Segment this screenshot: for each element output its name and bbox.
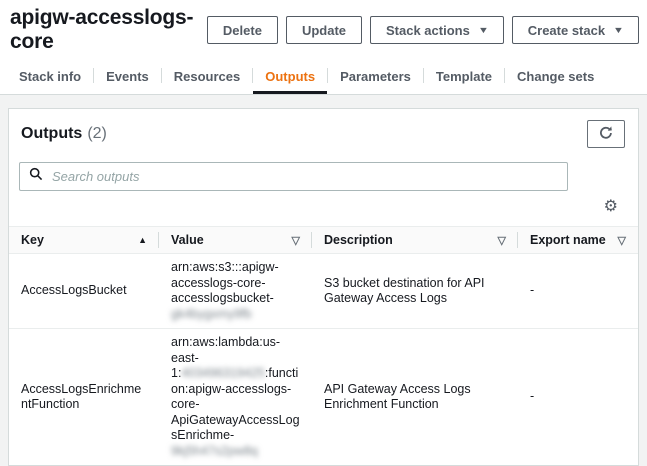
refresh-icon xyxy=(598,125,614,144)
delete-button[interactable]: Delete xyxy=(207,16,278,44)
tab-parameters[interactable]: Parameters xyxy=(328,61,423,94)
column-header-key-label: Key xyxy=(21,233,44,247)
column-header-value[interactable]: Value ▽ xyxy=(159,227,312,253)
column-header-key[interactable]: Key ▲ xyxy=(9,227,159,253)
redacted-text: gk4bygxmy9fb xyxy=(171,307,252,321)
table-row[interactable]: AccessLogsEnrichmentFunction arn:aws:lam… xyxy=(9,329,638,465)
outputs-panel-title: Outputs xyxy=(21,125,82,143)
create-stack-button-label: Create stack xyxy=(528,23,605,38)
outputs-panel-header: Outputs (2) xyxy=(9,109,638,148)
output-value-cell: arn:aws:s3:::apigw-accesslogs-core-acces… xyxy=(159,254,312,328)
stack-tabs: Stack info Events Resources Outputs Para… xyxy=(0,61,647,94)
stack-action-buttons: Delete Update Stack actions ▼ Create sta… xyxy=(207,16,639,44)
stack-actions-button[interactable]: Stack actions ▼ xyxy=(370,16,504,44)
output-value-text: arn:aws:s3:::apigw-accesslogs-core-acces… xyxy=(171,260,279,305)
gear-icon[interactable]: ⚙ xyxy=(604,198,618,214)
stack-actions-button-label: Stack actions xyxy=(386,23,470,38)
page-title: apigw-accesslogs-core xyxy=(10,6,207,54)
redacted-text: 403496319425 xyxy=(181,366,264,380)
header-row: apigw-accesslogs-core Delete Update Stac… xyxy=(0,0,647,54)
tab-resources[interactable]: Resources xyxy=(162,61,252,94)
refresh-button[interactable] xyxy=(587,120,625,148)
filter-icon[interactable]: ▽ xyxy=(618,234,626,247)
column-header-description[interactable]: Description ▽ xyxy=(312,227,518,253)
output-description-cell: S3 bucket destination for API Gateway Ac… xyxy=(312,270,518,313)
tab-outputs[interactable]: Outputs xyxy=(253,61,327,94)
table-row[interactable]: AccessLogsBucket arn:aws:s3:::apigw-acce… xyxy=(9,254,638,329)
update-button[interactable]: Update xyxy=(286,16,362,44)
column-header-description-label: Description xyxy=(324,233,393,247)
stack-detail-header: apigw-accesslogs-core Delete Update Stac… xyxy=(0,0,647,95)
outputs-panel: Outputs (2) ⚙ Ke xyxy=(8,108,639,466)
caret-down-icon: ▼ xyxy=(478,26,489,35)
caret-down-icon: ▼ xyxy=(613,26,624,35)
tab-template[interactable]: Template xyxy=(424,61,504,94)
search-box[interactable] xyxy=(19,162,568,191)
redacted-text: 9kj5h47s2pw8q xyxy=(171,444,258,458)
column-header-export-name-label: Export name xyxy=(530,233,606,247)
search-input[interactable] xyxy=(50,168,558,185)
column-header-export-name[interactable]: Export name ▽ xyxy=(518,227,638,253)
update-button-label: Update xyxy=(302,23,346,38)
preferences-row: ⚙ xyxy=(9,191,638,216)
tab-events[interactable]: Events xyxy=(94,61,161,94)
column-header-value-label: Value xyxy=(171,233,204,247)
tab-stack-info[interactable]: Stack info xyxy=(7,61,93,94)
output-export-name-cell: - xyxy=(518,277,638,305)
filter-icon[interactable]: ▽ xyxy=(292,234,300,247)
outputs-table: Key ▲ Value ▽ Description ▽ Export name … xyxy=(9,226,638,465)
sort-ascending-icon[interactable]: ▲ xyxy=(138,235,147,245)
outputs-table-header: Key ▲ Value ▽ Description ▽ Export name … xyxy=(9,226,638,254)
search-icon xyxy=(29,167,43,186)
output-description-cell: API Gateway Access Logs Enrichment Funct… xyxy=(312,376,518,419)
delete-button-label: Delete xyxy=(223,23,262,38)
output-key-cell: AccessLogsBucket xyxy=(9,277,159,305)
output-key-cell: AccessLogsEnrichmentFunction xyxy=(9,376,159,419)
outputs-count-badge: (2) xyxy=(87,125,107,143)
filter-icon[interactable]: ▽ xyxy=(498,234,506,247)
output-export-name-cell: - xyxy=(518,383,638,411)
create-stack-button[interactable]: Create stack ▼ xyxy=(512,16,639,44)
tab-change-sets[interactable]: Change sets xyxy=(505,61,606,94)
output-value-cell: arn:aws:lambda:us-east-1:403496319425:fu… xyxy=(159,329,312,465)
search-row xyxy=(9,148,638,191)
